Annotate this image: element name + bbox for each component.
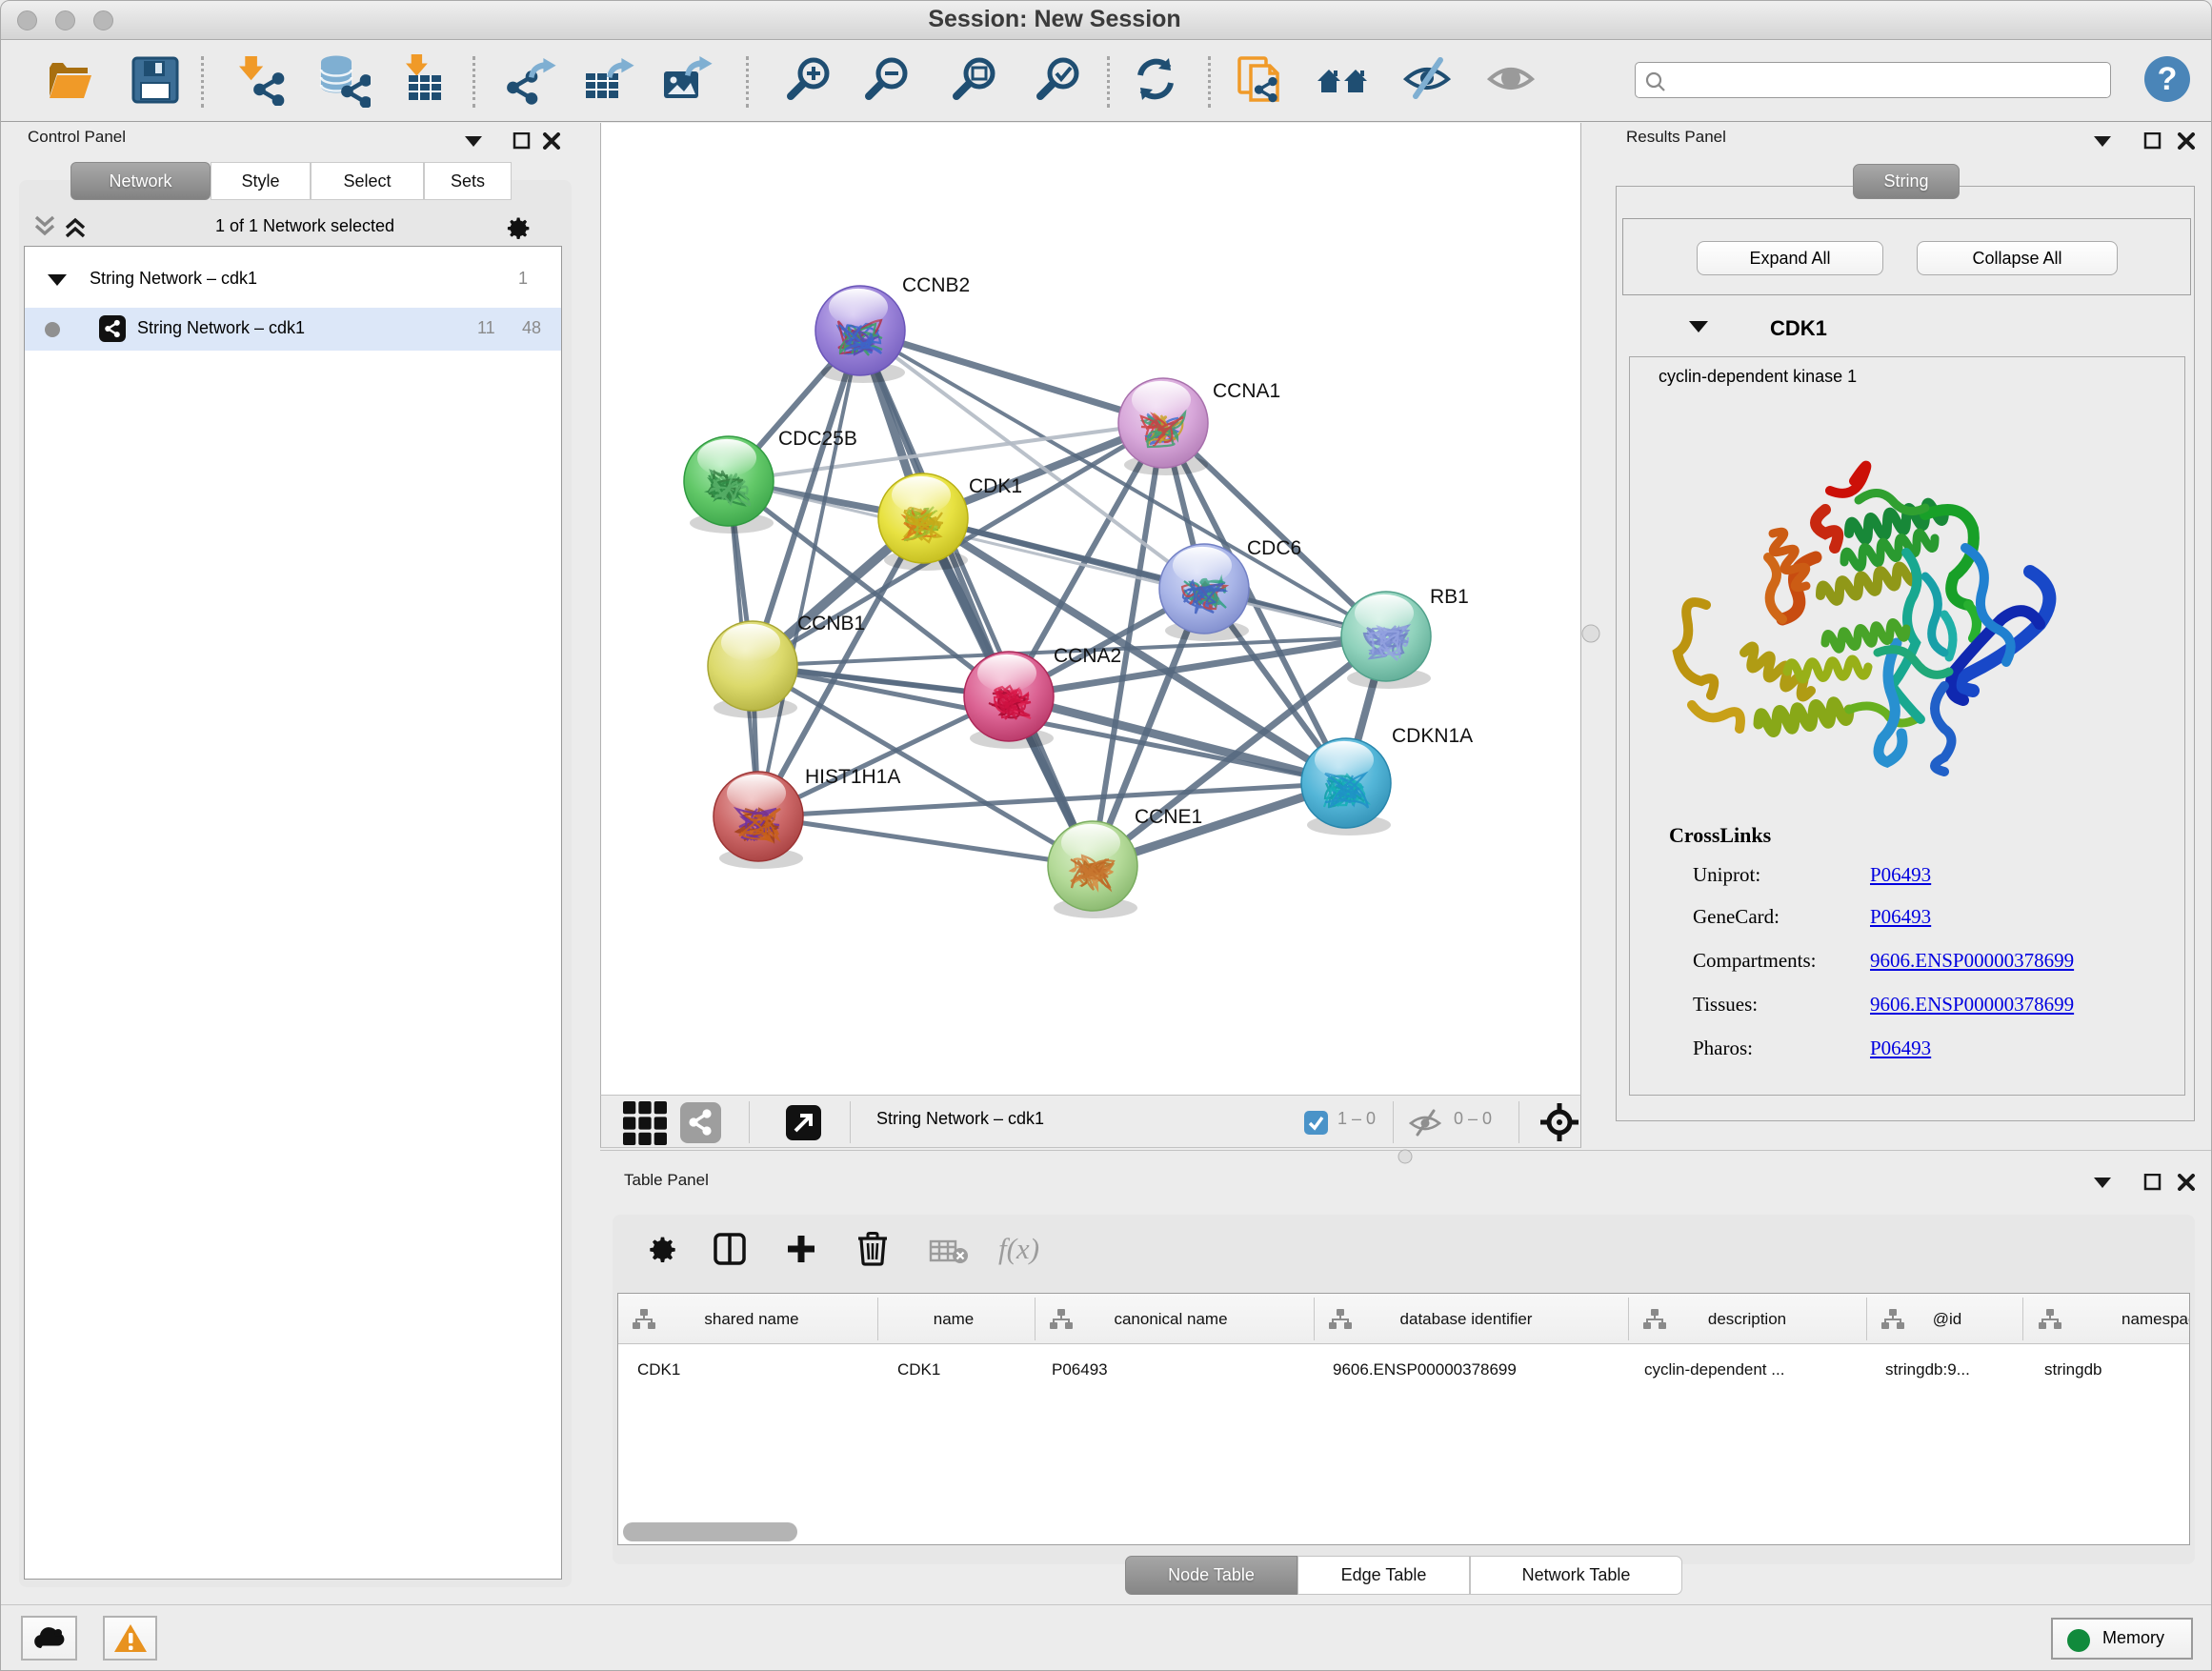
svg-text:CCNE1: CCNE1 [1135,806,1202,828]
svg-text:HIST1H1A: HIST1H1A [805,766,900,788]
svg-text:RB1: RB1 [1430,586,1469,608]
svg-text:?: ? [2158,61,2178,97]
svg-text:CCNB1: CCNB1 [797,613,865,634]
svg-text:CCNA1: CCNA1 [1213,380,1280,402]
svg-text:CDKN1A: CDKN1A [1392,725,1473,747]
svg-text:CCNB2: CCNB2 [902,274,970,296]
svg-text:CDC25B: CDC25B [778,428,857,450]
svg-text:CCNA2: CCNA2 [1054,645,1121,667]
svg-text:CDK1: CDK1 [969,475,1022,497]
svg-text:CDC6: CDC6 [1247,537,1301,559]
